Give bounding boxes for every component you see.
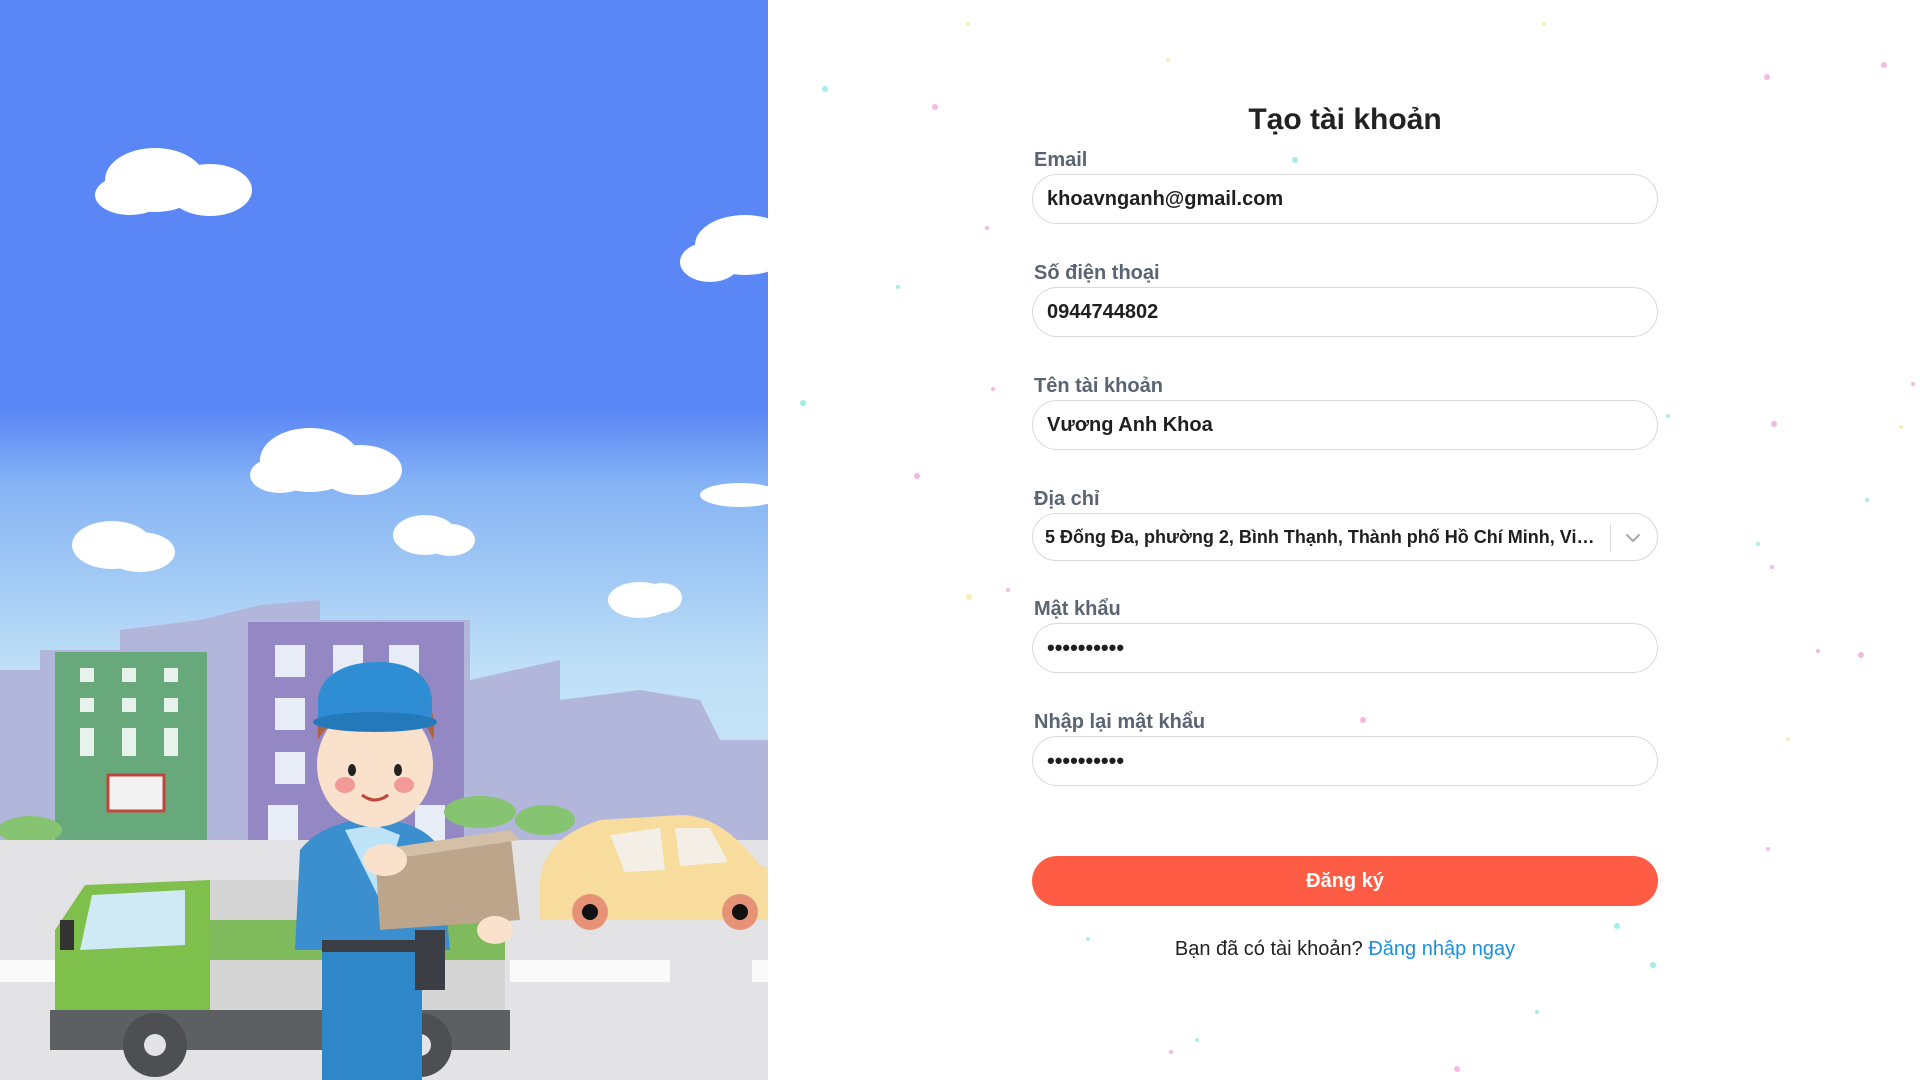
- email-label: Email: [1034, 149, 1088, 171]
- delivery-illustration: [0, 0, 768, 1080]
- address-selected-value: 5 Đống Đa, phường 2, Bình Thạnh, Thành p…: [1045, 526, 1600, 547]
- username-group: Tên tài khoản: [1032, 372, 1658, 450]
- email-field[interactable]: [1032, 174, 1658, 224]
- password-group: Mật khẩu: [1032, 595, 1658, 673]
- password-label: Mật khẩu: [1034, 598, 1121, 620]
- address-group: Địa chỉ 5 Đống Đa, phường 2, Bình Thạnh,…: [1032, 485, 1658, 561]
- register-button[interactable]: Đăng ký: [1032, 856, 1658, 906]
- page-title: Tạo tài khoản: [1248, 103, 1442, 136]
- login-prompt-text: Bạn đã có tài khoản?: [1174, 938, 1363, 960]
- confirm-password-group: Nhập lại mật khẩu: [1032, 708, 1658, 786]
- username-field[interactable]: [1032, 400, 1658, 450]
- address-label: Địa chỉ: [1034, 488, 1100, 510]
- phone-group: Số điện thoại: [1032, 259, 1658, 337]
- register-form: Tạo tài khoản Email Số điện thoại Tên tà…: [1032, 100, 1658, 961]
- register-page: Tạo tài khoản Email Số điện thoại Tên tà…: [0, 0, 1920, 1080]
- login-link[interactable]: Đăng nhập ngay: [1368, 938, 1515, 960]
- phone-field[interactable]: [1032, 287, 1658, 337]
- address-select[interactable]: 5 Đống Đa, phường 2, Bình Thạnh, Thành p…: [1032, 513, 1658, 561]
- confirm-password-label: Nhập lại mật khẩu: [1034, 711, 1206, 733]
- password-field[interactable]: [1032, 623, 1658, 673]
- login-prompt-row: Bạn đã có tài khoản? Đăng nhập ngay: [1032, 938, 1658, 961]
- confirm-password-field[interactable]: [1032, 736, 1658, 786]
- email-group: Email: [1032, 146, 1658, 224]
- username-label: Tên tài khoản: [1034, 375, 1163, 397]
- chevron-down-icon[interactable]: [1621, 526, 1645, 550]
- select-divider: [1610, 524, 1611, 552]
- phone-label: Số điện thoại: [1034, 262, 1160, 284]
